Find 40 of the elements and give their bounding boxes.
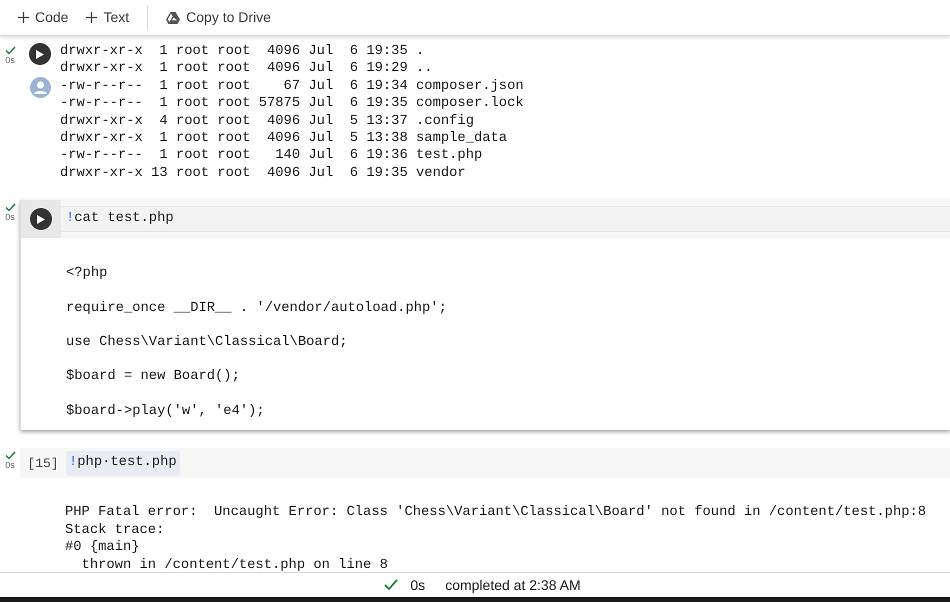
execution-time: 0s [5, 460, 15, 470]
output-line: drwxr-xr-x 4 root root 4096 Jul 5 13:37 .config [60, 112, 475, 130]
execution-time: 0s [5, 55, 15, 65]
output-line: <?php [66, 265, 108, 283]
output-line: drwxr-xr-x 1 root root 4096 Jul 6 19:29 .. [60, 60, 434, 78]
status-message: completed at 2:38 AM [445, 576, 581, 595]
play-icon [37, 214, 45, 224]
output-line: use Chess\Variant\Classical\Board; [66, 334, 349, 352]
add-button[interactable]: Code [16, 4, 70, 32]
execution-count: [15] [27, 454, 59, 473]
output-line: drwxr-xr-x 1 root root 4096 Jul 6 19:35 . [60, 43, 426, 60]
code-editor[interactable]: !cat test.php [61, 206, 950, 232]
add-button[interactable]: Text [84, 4, 132, 32]
selected-cell[interactable]: !cat test.php <?php require_once __DIR__ . '/vendor/autoload.php'; use Chess\Variant\Classical\Board; $board = new Board(); $board->play('w', 'e4'); [20, 200, 950, 430]
plus-icon [18, 12, 29, 23]
plus-icon [86, 12, 98, 23]
play-icon [36, 50, 44, 58]
output-line: -rw-r--r-- 1 root root 57875 Jul 6 19:35 composer.lock [60, 95, 524, 113]
checkmark-icon [4, 203, 16, 212]
checkmark-icon [4, 46, 16, 55]
output-line: #0 {main} [65, 539, 141, 556]
execution-time: 0s [5, 212, 15, 222]
drive-icon [166, 12, 180, 24]
output-line: thrown in /content/test.php on line 8 [80, 556, 389, 572]
output-line: Stack trace: [65, 522, 166, 540]
checkmark-icon [384, 579, 398, 591]
output-line: $board = new Board(); [66, 368, 241, 386]
output-line: -rw-r--r-- 1 root root 67 Jul 6 19:34 composer.json [60, 78, 524, 96]
output-line: drwxr-xr-x 1 root root 4096 Jul 5 13:38 sample_data [60, 130, 508, 148]
checkmark-icon [4, 451, 16, 460]
execution-time: 0s [410, 576, 426, 594]
output-line: require_once __DIR__ . '/vendor/autoload.php'; [66, 300, 448, 318]
copy-to-drive-button[interactable]: Copy to Drive [164, 4, 273, 32]
run-button[interactable] [30, 208, 52, 230]
output-line: -rw-r--r-- 1 root root 140 Jul 6 19:36 test.php [60, 147, 484, 165]
output-line: drwxr-xr-x 13 root root 4096 Jul 6 19:35 vendor [60, 164, 467, 182]
output-line: PHP Fatal error: Uncaught Error: Class 'Chess\Variant\Classical\Board' not found in /content/test.php:8 [65, 504, 928, 522]
code-editor[interactable]: !php·test.php [66, 450, 950, 476]
run-button[interactable] [29, 43, 51, 65]
output-line: $board->play('w', 'e4'); [66, 402, 266, 420]
